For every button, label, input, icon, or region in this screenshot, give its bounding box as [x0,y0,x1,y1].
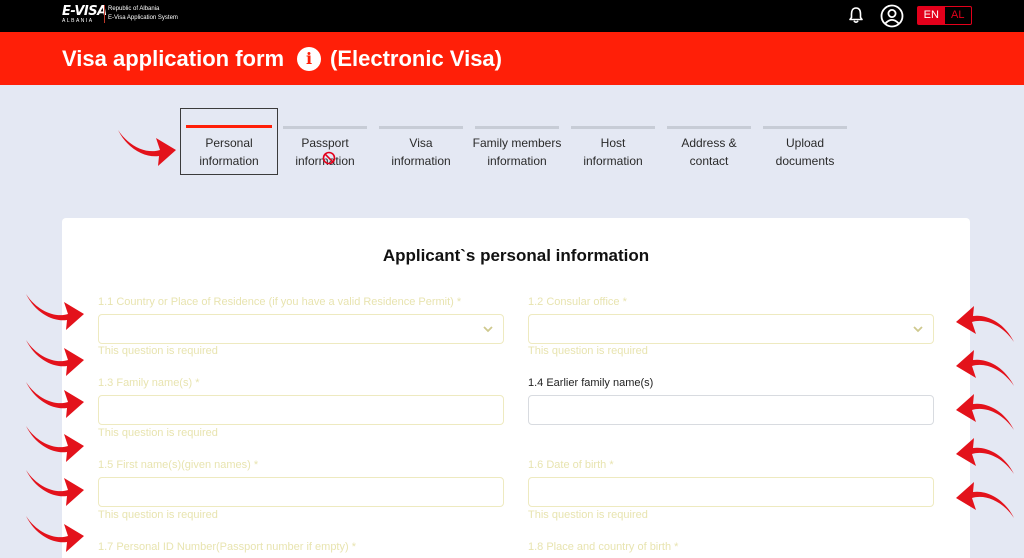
red-curved-arrow-icon [26,516,84,552]
step-progress-bar [571,126,655,129]
lang-al-button[interactable]: AL [945,7,972,24]
step-personal-information[interactable]: Personal information [187,134,271,170]
step-progress-bar [667,126,751,129]
user-circle-icon[interactable] [880,4,904,28]
red-curved-arrow-icon [956,394,1014,430]
earlier-family-name-input[interactable] [528,395,934,425]
red-curved-arrow-icon [956,350,1014,386]
red-curved-arrow-icon [26,340,84,376]
step-progress-bar [763,126,847,129]
logo-main-text: E-VISA [62,4,107,19]
family-name-input[interactable] [98,395,504,425]
place-of-birth-label: 1.8 Place and country of birth * [528,541,679,553]
family-name-error: This question is required [98,427,218,439]
top-bar: E-VISA ALBANIA Republic of Albania E-Vis… [0,0,1024,32]
red-curved-arrow-icon [956,482,1014,518]
red-curved-arrow-icon [118,130,176,166]
red-curved-arrow-icon [26,382,84,418]
date-of-birth-label: 1.6 Date of birth * [528,459,614,471]
family-name-label: 1.3 Family name(s) * [98,377,200,389]
logo-caption-line1: Republic of Albania [108,6,160,12]
step-family-members-information[interactable]: Family members information [470,134,564,170]
red-curved-arrow-icon [26,470,84,506]
first-name-label: 1.5 First name(s)(given names) * [98,459,259,471]
date-of-birth-input[interactable] [528,477,934,507]
step-visa-information[interactable]: Visa information [379,134,463,170]
personal-id-label: 1.7 Personal ID Number(Passport number i… [98,541,356,553]
info-icon[interactable]: i [297,47,321,71]
consular-office-error: This question is required [528,345,648,357]
page-subtitle: (Electronic Visa) [330,46,502,71]
red-curved-arrow-icon [26,294,84,330]
step-upload-documents[interactable]: Upload documents [763,134,847,170]
evisa-logo[interactable]: E-VISA ALBANIA [62,4,107,24]
earlier-family-name-label: 1.4 Earlier family name(s) [528,377,654,389]
red-curved-arrow-icon [956,306,1014,342]
chevron-down-icon [483,326,493,333]
step-address-contact[interactable]: Address & contact [667,134,751,170]
first-name-error: This question is required [98,509,218,521]
red-curved-arrow-icon [26,426,84,462]
logo-divider [104,5,105,23]
language-switcher: EN AL [917,6,972,25]
consular-office-select[interactable] [528,314,934,344]
form-title: Applicant`s personal information [382,246,650,265]
page-title: Visa application form [62,46,285,71]
cursor-not-allowed-icon [322,151,336,165]
lang-en-button[interactable]: EN [918,7,945,24]
red-curved-arrow-icon [956,438,1014,474]
bell-icon[interactable] [848,6,864,24]
chevron-down-icon [913,326,923,333]
residence-country-select[interactable] [98,314,504,344]
step-host-information[interactable]: Host information [571,134,655,170]
step-active-bar [186,125,272,128]
residence-country-error: This question is required [98,345,218,357]
step-progress-bar [379,126,463,129]
logo-caption-line2: E-Visa Application System [108,15,178,21]
logo-caption: Republic of Albania E-Visa Application S… [108,5,178,23]
residence-country-label: 1.1 Country or Place of Residence (if yo… [98,296,462,308]
step-progress-bar [475,126,559,129]
consular-office-label: 1.2 Consular office * [528,296,627,308]
page-header: Visa application form i (Electronic Visa… [0,32,1024,85]
first-name-input[interactable] [98,477,504,507]
date-of-birth-error: This question is required [528,509,648,521]
step-progress-bar [283,126,367,129]
